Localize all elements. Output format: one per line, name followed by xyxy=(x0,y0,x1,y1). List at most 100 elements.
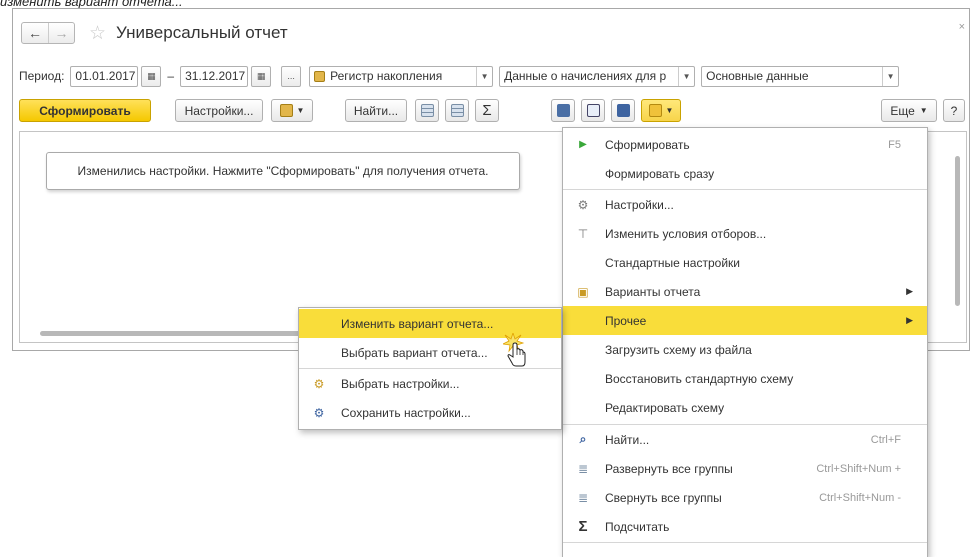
hand-cursor-icon xyxy=(503,333,526,367)
menu-item-label: Найти... xyxy=(605,432,650,447)
more-button[interactable]: Еще ▼ xyxy=(881,99,937,122)
menu-item-change-filters[interactable]: ⊤ Изменить условия отборов... xyxy=(563,219,927,248)
menu-item-label: Настройки... xyxy=(605,197,674,212)
chevron-right-icon: ▶ xyxy=(906,286,913,296)
menu-item-load-schema[interactable]: Загрузить схему из файла xyxy=(563,335,927,364)
collapse-groups-button[interactable] xyxy=(445,99,469,122)
calendar-from-icon[interactable]: ▦ xyxy=(141,65,162,87)
collapse-groups-icon xyxy=(450,104,464,117)
menu-item-label: Загрузить схему из файла xyxy=(605,342,752,357)
menu-item-other[interactable]: Прочее ▶ xyxy=(563,306,927,335)
settings-save-icon: ⚙ xyxy=(313,405,325,420)
menu-item-label: Сформировать xyxy=(605,137,690,152)
source-select[interactable]: Данные о начислениях для р ▼ xyxy=(499,65,696,87)
forward-button[interactable]: → xyxy=(48,23,74,43)
menu-separator xyxy=(563,542,927,543)
menu-item-label: Прочее xyxy=(605,313,647,328)
menu-item-generate[interactable]: ▶ Сформировать F5 xyxy=(563,130,927,159)
page-title: Универсальный отчет xyxy=(116,23,288,42)
submenu-item-select-settings[interactable]: ⚙ Выбрать настройки... xyxy=(299,369,561,398)
calendar-to-icon[interactable]: ▦ xyxy=(251,65,272,87)
menu-item-generate-immediately[interactable]: Формировать сразу xyxy=(563,159,927,188)
menu-item-label: Варианты отчета xyxy=(605,284,701,299)
save-button[interactable] xyxy=(611,99,635,122)
generate-button[interactable]: Сформировать xyxy=(19,99,151,122)
menu-item-collapse-groups[interactable]: ≣ Свернуть все группы Ctrl+Shift+Num - xyxy=(563,483,927,512)
period-select-button[interactable]: ... xyxy=(281,65,302,87)
toolbar: Сформировать Настройки... ▼ Найти... Σ ▼… xyxy=(19,99,965,123)
collapse-groups-icon: ≣ xyxy=(577,490,589,505)
source-type-value: Регистр накопления xyxy=(330,69,443,83)
menu-item-shortcut: Ctrl+Shift+Num + xyxy=(816,462,901,475)
menu-item-settings[interactable]: ⚙ Настройки... xyxy=(563,190,927,219)
chevron-down-icon: ▼ xyxy=(296,106,305,115)
period-from-input[interactable]: 01.01.2017 xyxy=(70,65,139,87)
period-label: Период: xyxy=(19,69,65,83)
menu-item-shortcut: F5 xyxy=(888,138,901,151)
chevron-down-icon: ▼ xyxy=(919,106,928,115)
variants-icon: ▣ xyxy=(577,284,589,299)
vertical-scrollbar[interactable] xyxy=(955,156,960,306)
filter-icon: ⊤ xyxy=(577,226,589,241)
close-icon[interactable]: × xyxy=(959,21,965,33)
submenu-item-label: Выбрать настройки... xyxy=(341,376,460,391)
variants-icon xyxy=(279,104,293,117)
sum-icon: Σ xyxy=(578,518,588,535)
expand-groups-icon xyxy=(420,104,434,117)
play-icon: ▶ xyxy=(579,139,587,150)
chevron-down-icon: ▼ xyxy=(678,66,694,86)
more-label: Еще xyxy=(890,103,915,118)
expand-groups-button[interactable] xyxy=(415,99,439,122)
preview-icon xyxy=(586,104,600,117)
submenu-item-label: Изменить вариант отчета... xyxy=(341,316,494,331)
menu-item-label: Подсчитать xyxy=(605,519,670,534)
save-icon xyxy=(616,104,630,117)
submenu-item-label: Выбрать вариант отчета... xyxy=(341,345,488,360)
print-icon xyxy=(556,104,570,117)
settings-icon: ⚙ xyxy=(577,197,589,212)
send-dropdown-button[interactable]: ▼ xyxy=(641,99,681,122)
menu-item-standard-settings[interactable]: Стандартные настройки xyxy=(563,248,927,277)
submenu-item-label: Сохранить настройки... xyxy=(341,405,471,420)
variant-select[interactable]: Основные данные ▼ xyxy=(701,65,900,87)
menu-item-label: Формировать сразу xyxy=(605,166,715,181)
submenu-item-save-settings[interactable]: ⚙ Сохранить настройки... xyxy=(299,398,561,427)
chevron-down-icon: ▼ xyxy=(882,66,898,86)
menu-item-expand-groups[interactable]: ≣ Развернуть все группы Ctrl+Shift+Num + xyxy=(563,454,927,483)
menu-item-label: Редактировать схему xyxy=(605,400,725,415)
period-row: Период: 01.01.2017 ▦ – 31.12.2017 ▦ ... … xyxy=(19,65,900,87)
find-button[interactable]: Найти... xyxy=(345,99,407,122)
menu-item-restore-schema[interactable]: Восстановить стандартную схему xyxy=(563,364,927,393)
back-button[interactable]: ← xyxy=(22,23,48,43)
chevron-right-icon: ▶ xyxy=(906,315,913,325)
menu-item-label: Изменить условия отборов... xyxy=(605,226,767,241)
variant-value: Основные данные xyxy=(706,69,809,83)
preview-button[interactable] xyxy=(581,99,605,122)
more-menu: ▶ Сформировать F5 Формировать сразу ⚙ На… xyxy=(562,127,928,557)
menu-item-label: Свернуть все группы xyxy=(605,490,722,505)
menu-item-count[interactable]: Σ Подсчитать xyxy=(563,512,927,541)
expand-groups-icon: ≣ xyxy=(577,461,589,476)
menu-item-report-variants[interactable]: ▣ Варианты отчета ▶ xyxy=(563,277,927,306)
nav-buttons: ← → xyxy=(21,22,75,44)
menu-item-find[interactable]: ⌕ Найти... Ctrl+F xyxy=(563,425,927,454)
menu-item-edit-schema[interactable]: Редактировать схему xyxy=(563,393,927,422)
title-bar: ← → ☆ Универсальный отчет xyxy=(21,21,288,45)
settings-button[interactable]: Настройки... xyxy=(175,99,263,122)
menu-item-shortcut: Ctrl+Shift+Num - xyxy=(819,491,901,504)
period-dash: – xyxy=(167,69,175,83)
settings-select-icon: ⚙ xyxy=(313,376,325,391)
chevron-down-icon: ▼ xyxy=(476,66,492,86)
variants-dropdown-button[interactable]: ▼ xyxy=(271,99,313,122)
print-button[interactable] xyxy=(551,99,575,122)
menu-item-label: Восстановить стандартную схему xyxy=(605,371,794,386)
period-to-input[interactable]: 31.12.2017 xyxy=(180,65,249,87)
register-icon xyxy=(314,70,326,82)
search-icon: ⌕ xyxy=(579,432,587,446)
settings-changed-notice: Изменились настройки. Нажмите "Сформиров… xyxy=(46,152,520,190)
sum-button[interactable]: Σ xyxy=(475,99,499,122)
favorite-star-icon[interactable]: ☆ xyxy=(89,24,106,43)
source-type-select[interactable]: Регистр накопления ▼ xyxy=(309,65,494,87)
help-button[interactable]: ? xyxy=(943,99,965,122)
menu-item-shortcut: Ctrl+F xyxy=(870,433,901,446)
